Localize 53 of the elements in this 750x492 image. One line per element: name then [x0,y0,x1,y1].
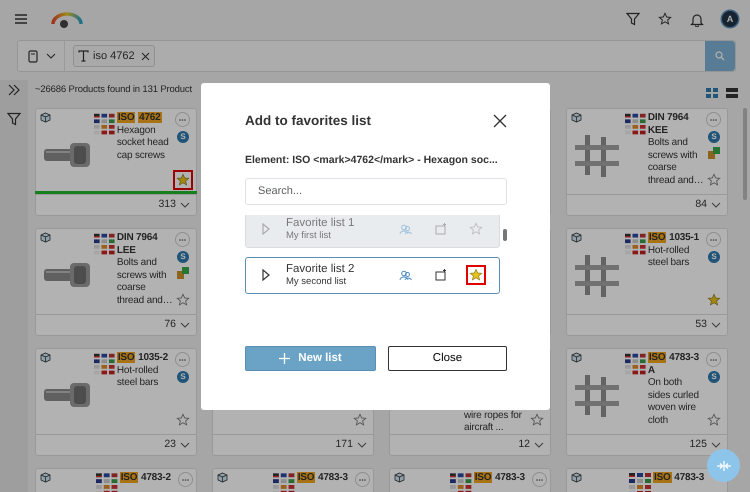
product-card[interactable]: ISO 1035-1 Hot-rolled steel bars S 53 [566,228,728,336]
favorite-list-item[interactable]: Favorite list 2 My second list [245,256,500,294]
standard-badge: S [176,131,189,143]
avatar[interactable]: A [722,11,738,27]
variant-count: 53 [695,317,707,332]
product-description: Hot-rolled steel bars [116,364,160,390]
product-title[interactable]: ISO 1035-2 [116,352,168,364]
product-card[interactable]: ISO 4783-2 [35,468,197,492]
product-title[interactable]: ISO 4783-3 [296,472,348,484]
dialog-title: Add to favorites list [245,113,372,130]
variant-count: 12 [518,437,530,452]
product-title[interactable]: ISO 4783-3 [653,472,704,484]
standard-badge: S [176,371,189,383]
product-description: Hexagon socket head cap screws [116,124,170,162]
variant-count: 171 [335,437,353,452]
product-card[interactable]: DIN 7964 LEE Bolts and screws with coarse thread and… S 76 [35,228,197,336]
element-label: Element: ISO <mark>4762</mark> - Hexagon soc... [245,153,499,168]
product-description: Bolts and screws with coarse thread and… [648,137,704,187]
product-title[interactable]: ISO 4783-3 [474,472,525,484]
product-card[interactable]: ISO 1035-2 Hot-rolled steel bars S 23 [35,348,197,456]
product-title[interactable]: ISO 4783-2 [120,472,171,484]
variant-count: 76 [164,317,176,332]
list-name: Favorite list 1 [286,216,354,230]
variant-count: 84 [695,197,707,212]
list-description: My first list [286,230,332,242]
product-description: On both sides curled woven wire cloth [648,377,700,427]
product-description: Hot-rolled steel bars [648,244,690,270]
standard-badge: S [708,371,720,383]
close-button[interactable]: Close [388,346,507,371]
product-title[interactable]: DIN 7964 LEE [116,232,173,257]
results-summary: ~26686 Products found in 131 Product [35,83,192,97]
product-card[interactable]: ISO 4783-3 [212,468,374,492]
product-title[interactable]: ISO 4762 [116,112,162,124]
search-field[interactable]: Search... [245,178,507,205]
product-card[interactable]: ISO 4783-3 A On both sides curled woven wire cloth S 125 [566,348,728,456]
variant-count: 23 [164,437,176,452]
product-card[interactable]: ISO 4762 Hexagon socket head cap screws S 313 [35,108,197,216]
product-title[interactable]: DIN 7964 KEE [648,112,704,137]
list-description: My second list [286,276,348,288]
product-card[interactable]: DIN 7964 KEE Bolts and screws with coarse thread and… S 84 [566,108,728,216]
standard-badge: S [708,251,720,263]
search-chip[interactable]: iso 4762 [73,44,155,68]
product-card[interactable]: ISO 4783-3 [389,468,551,492]
product-title[interactable]: ISO 4783-3 A [648,352,704,377]
variant-count: 125 [689,437,707,452]
list-name: Favorite list 2 [286,262,354,276]
product-description: wire ropes for aircraft ... [464,410,523,434]
variant-count: 313 [158,197,176,212]
product-description: Bolts and screws with coarse thread and… [116,257,173,307]
product-title[interactable]: ISO 1035-1 [648,232,700,244]
standard-badge: S [176,251,189,263]
product-card[interactable]: ISO 4783-3 [566,468,728,492]
standard-badge: S [708,131,720,143]
